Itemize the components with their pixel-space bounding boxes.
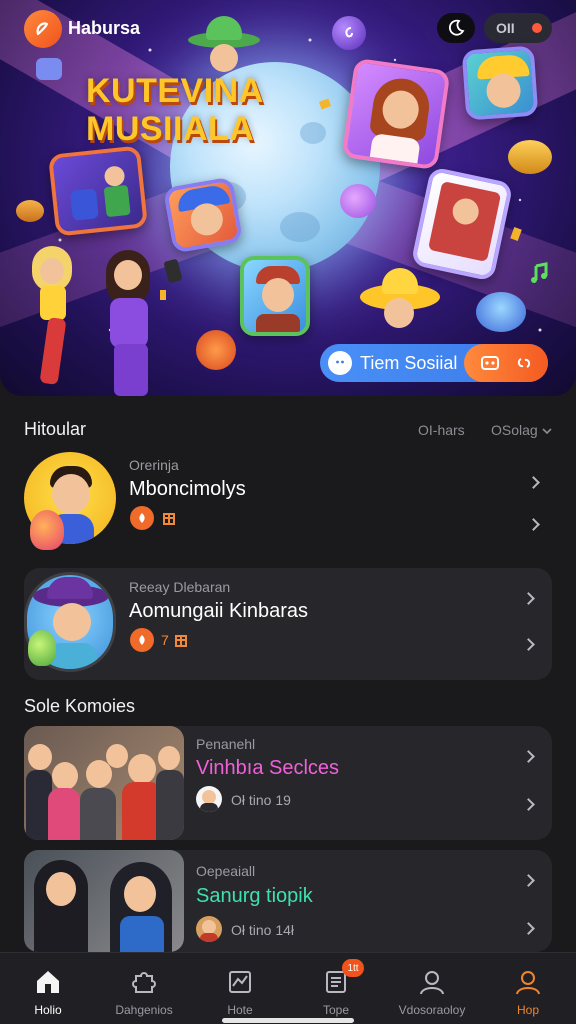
link-icon[interactable]: [515, 354, 533, 372]
hero-banner[interactable]: Habursa OII KUTEVINA MUSIIALA Tiem Sosii…: [0, 0, 576, 396]
chevron-right-icon[interactable]: [522, 922, 535, 935]
chevron-right-icon[interactable]: [522, 750, 535, 763]
nav-label: Vdosoraoloy: [398, 1003, 466, 1017]
app-name: Habursa: [68, 18, 141, 38]
gift-icon: [163, 513, 175, 525]
list-item-title: Mboncimolys: [129, 478, 246, 500]
character-card: [47, 145, 149, 237]
group-icon[interactable]: [480, 354, 500, 372]
gift-icon: [175, 635, 187, 647]
character-card: [461, 45, 539, 121]
filter-sort-label: OSolag: [491, 422, 538, 438]
bottom-navigation: Holio Dahgenios Hote Tope 1tt Vdosoraolo…: [0, 952, 576, 1024]
chart-icon: [225, 967, 255, 997]
nav-item-stats[interactable]: Hote: [192, 953, 288, 1024]
group-photo: [24, 726, 184, 840]
team-social-pill[interactable]: Tiem Sosiial: [320, 344, 548, 382]
list-item-title: Aomungaii Kinbaras: [129, 600, 308, 622]
character-sticker: [188, 14, 260, 74]
chevron-right-icon[interactable]: [527, 476, 540, 489]
list-item-meta: Oł tino 14ł: [231, 922, 295, 938]
nav-item-videography[interactable]: Vdosoraoloy: [384, 953, 480, 1024]
hero-title-line1: KUTEVINA: [86, 72, 264, 110]
hero-title-line2: MUSIIALA: [86, 110, 255, 148]
swirl-icon: [340, 184, 376, 218]
filter-sort[interactable]: OSolag: [491, 422, 552, 438]
nav-label: Holio: [34, 1003, 62, 1017]
person-icon: [417, 967, 447, 997]
bowl-icon: [16, 200, 44, 222]
list-item[interactable]: Orerinja Mboncimolys: [24, 448, 552, 552]
live-dot-icon: [532, 23, 542, 33]
night-mode-button[interactable]: [437, 13, 475, 43]
nav-item-profile[interactable]: Hop: [480, 953, 576, 1024]
nav-item-games[interactable]: Dahgenios: [96, 953, 192, 1024]
chevron-right-icon[interactable]: [527, 518, 540, 531]
drop-icon: [30, 510, 64, 550]
music-note-icon: [531, 262, 548, 283]
list-item-subtitle: Orerinja: [129, 457, 179, 473]
character-card: [341, 57, 451, 171]
notification-badge: 1tt: [342, 959, 364, 977]
list-item-title: Sanurg tiopik: [196, 885, 313, 907]
character-sticker: [360, 264, 440, 344]
home-icon: [33, 967, 63, 997]
nav-label: Tope: [322, 1003, 350, 1017]
avatar: [196, 786, 222, 812]
camera-icon: [36, 58, 62, 80]
avatar: [196, 916, 222, 942]
list-item-subtitle: Penanehl: [196, 736, 256, 752]
chevron-right-icon[interactable]: [522, 592, 535, 605]
team-social-actions[interactable]: [464, 344, 548, 382]
flame-icon: [130, 506, 154, 530]
section-title-popular: Hitoular: [24, 419, 87, 439]
live-toggle[interactable]: OII: [484, 13, 552, 43]
home-indicator: [222, 1018, 354, 1023]
list-item[interactable]: Penanehl Vinhbıa Seclces Oł tino 19: [24, 726, 552, 840]
chevron-right-icon[interactable]: [522, 874, 535, 887]
music-note-icon: [332, 16, 366, 50]
team-social-label: Tiem Sosiial: [360, 352, 458, 373]
list-item-subtitle: Oepeaiall: [196, 863, 256, 879]
dancer-illustration: [92, 248, 192, 396]
moon-icon: [448, 19, 465, 36]
nav-label: Dahgenios: [115, 1003, 173, 1017]
section-title-communities: Sole Komoies: [24, 696, 136, 716]
dancer-illustration: [18, 246, 98, 390]
character-card: [162, 176, 244, 254]
flame-icon: [130, 628, 154, 652]
nav-label: Hop: [516, 1003, 539, 1017]
chevron-down-icon: [542, 428, 552, 435]
chevron-right-icon[interactable]: [522, 798, 535, 811]
list-item[interactable]: Oepeaiall Sanurg tiopik Oł tino 14ł: [24, 850, 552, 952]
group-photo: [24, 850, 184, 952]
list-item-meta: 7: [161, 632, 169, 648]
character-card: [240, 256, 310, 336]
profile-icon: [513, 967, 543, 997]
filter-hours[interactable]: OI-hars: [418, 422, 465, 438]
list-item-subtitle: Reeay Dlebaran: [129, 579, 231, 595]
smiley-icon: [328, 351, 352, 375]
bowl-icon: [508, 140, 552, 174]
list-item-title: Vinhbıa Seclces: [196, 757, 340, 779]
list-item-meta: Oł tino 19: [231, 792, 291, 808]
coin-icon: [196, 330, 236, 370]
app-logo-icon[interactable]: [24, 10, 62, 48]
puzzle-icon: [129, 967, 159, 997]
nav-label: Hote: [227, 1003, 253, 1017]
drop-icon: [28, 630, 56, 666]
chevron-right-icon[interactable]: [522, 638, 535, 651]
bowl-icon: [476, 292, 526, 332]
toggle-label: OII: [496, 20, 515, 36]
nav-item-topics[interactable]: Tope 1tt: [288, 953, 384, 1024]
list-item[interactable]: Reeay Dlebaran Aomungaii Kinbaras 7: [24, 568, 552, 680]
hero-title: KUTEVINA MUSIIALA: [86, 72, 264, 148]
nav-item-home[interactable]: Holio: [0, 953, 96, 1024]
